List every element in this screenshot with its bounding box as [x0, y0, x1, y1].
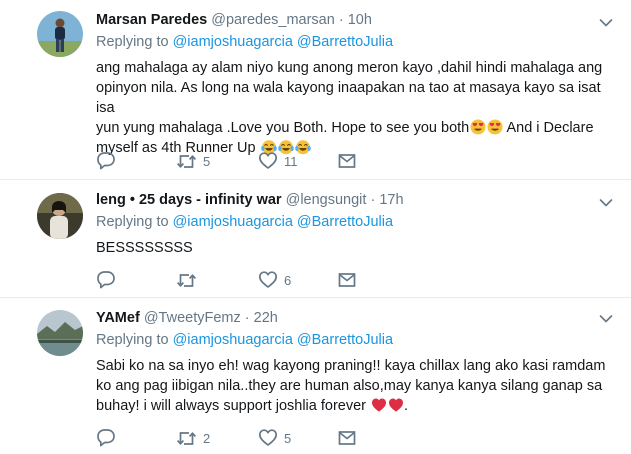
envelope-icon: [338, 154, 356, 168]
tweet[interactable]: leng • 25 days - infinity war @lengsungi…: [0, 180, 631, 298]
tweet-text: Sabi ko na sa inyo eh! wag kayong pranin…: [96, 356, 613, 416]
user-handle[interactable]: @paredes_marsan: [211, 12, 335, 28]
avatar[interactable]: [37, 310, 83, 356]
text-line: ang mahalaga ay alam niyo kung anong mer…: [96, 60, 603, 76]
red-heart-emoji: [389, 398, 404, 412]
retweet-button[interactable]: [176, 270, 197, 290]
chevron-down-icon[interactable]: [599, 198, 613, 208]
tweet[interactable]: Marsan Paredes @paredes_marsan · 10h Rep…: [0, 0, 631, 180]
retweet-button[interactable]: 5: [176, 151, 210, 171]
like-count: 6: [284, 272, 292, 288]
retweet-icon: [176, 274, 197, 287]
display-name[interactable]: YAMef: [96, 310, 140, 326]
retweet-icon: [176, 155, 197, 168]
envelope-icon: [338, 273, 356, 287]
timestamp[interactable]: 10h: [348, 12, 372, 28]
display-name[interactable]: Marsan Paredes: [96, 12, 207, 28]
direct-message-button[interactable]: [337, 151, 357, 171]
tweet-actions: 5 11: [96, 151, 396, 171]
reply-button[interactable]: [96, 428, 116, 448]
separator-dot: ·: [244, 310, 250, 326]
retweet-icon: [176, 432, 197, 445]
tweet-header: Marsan Paredes @paredes_marsan · 10h: [96, 10, 613, 30]
like-count: 5: [284, 430, 292, 446]
red-heart-emoji: [372, 398, 387, 412]
reply-feed: Marsan Paredes @paredes_marsan · 10h Rep…: [0, 0, 631, 454]
tweet[interactable]: YAMef @TweetyFemz · 22h Replying to @iam…: [0, 298, 631, 454]
heart-eyes-emoji: [487, 119, 503, 135]
text-line: ko ang pag iibigan nila..they are human …: [96, 378, 603, 394]
replying-to-label: Replying to: [96, 214, 169, 230]
text-line: .: [404, 398, 409, 414]
like-button[interactable]: 6: [258, 270, 291, 290]
direct-message-button[interactable]: [337, 270, 357, 290]
direct-message-button[interactable]: [337, 428, 357, 448]
reply-button[interactable]: [96, 151, 116, 171]
user-handle[interactable]: @TweetyFemz: [144, 310, 241, 326]
reply-button[interactable]: [96, 270, 116, 290]
tweet-actions: 6: [96, 270, 396, 290]
like-button[interactable]: 11: [258, 151, 298, 171]
timestamp[interactable]: 17h: [379, 192, 403, 208]
tweet-content: YAMef @TweetyFemz · 22h Replying to @iam…: [96, 308, 613, 416]
text-line: buhay! i will always support joshlia for…: [96, 398, 366, 414]
reply-icon: [97, 429, 115, 447]
retweet-count: 5: [203, 153, 211, 169]
user-handle[interactable]: @lengsungit: [286, 192, 367, 208]
text-line: Sabi ko na sa inyo eh! wag kayong pranin…: [96, 358, 606, 374]
like-button[interactable]: 5: [258, 428, 291, 448]
avatar[interactable]: [37, 193, 83, 239]
reply-icon: [97, 152, 115, 170]
tweet-header: YAMef @TweetyFemz · 22h: [96, 308, 613, 328]
like-count: 11: [284, 153, 298, 169]
heart-icon: [258, 429, 278, 446]
separator-dot: ·: [370, 192, 376, 208]
mention-links[interactable]: @iamjoshuagarcia @BarrettoJulia: [173, 332, 393, 348]
mention-links[interactable]: @iamjoshuagarcia @BarrettoJulia: [173, 34, 393, 50]
mention-links[interactable]: @iamjoshuagarcia @BarrettoJulia: [173, 214, 393, 230]
chevron-down-icon[interactable]: [599, 314, 613, 324]
envelope-icon: [338, 431, 356, 445]
avatar[interactable]: [37, 11, 83, 57]
text-line: opinyon nila. As long na wala kayong ina…: [96, 80, 601, 116]
replying-to: Replying to @iamjoshuagarcia @BarrettoJu…: [96, 330, 613, 350]
tweet-actions: 2 5: [96, 428, 396, 448]
timestamp[interactable]: 22h: [254, 310, 278, 326]
text-line: And i Declare: [503, 120, 594, 136]
tweet-text: BESSSSSSSS: [96, 238, 613, 258]
tweet-content: leng • 25 days - infinity war @lengsungi…: [96, 190, 613, 258]
tweet-text: ang mahalaga ay alam niyo kung anong mer…: [96, 58, 613, 158]
retweet-button[interactable]: 2: [176, 428, 210, 448]
chevron-down-icon[interactable]: [599, 18, 613, 28]
replying-to-label: Replying to: [96, 34, 169, 50]
reply-icon: [97, 271, 115, 289]
replying-to-label: Replying to: [96, 332, 169, 348]
tweet-content: Marsan Paredes @paredes_marsan · 10h Rep…: [96, 10, 613, 158]
heart-icon: [258, 152, 278, 169]
text-line: BESSSSSSSS: [96, 240, 193, 256]
replying-to: Replying to @iamjoshuagarcia @BarrettoJu…: [96, 32, 613, 52]
heart-eyes-emoji: [470, 119, 486, 135]
replying-to: Replying to @iamjoshuagarcia @BarrettoJu…: [96, 212, 613, 232]
text-line: yun yung mahalaga .Love you Both. Hope t…: [96, 120, 470, 136]
retweet-count: 2: [203, 430, 211, 446]
tweet-header: leng • 25 days - infinity war @lengsungi…: [96, 190, 613, 210]
display-name[interactable]: leng • 25 days - infinity war: [96, 192, 282, 208]
heart-icon: [258, 271, 278, 288]
separator-dot: ·: [338, 12, 344, 28]
